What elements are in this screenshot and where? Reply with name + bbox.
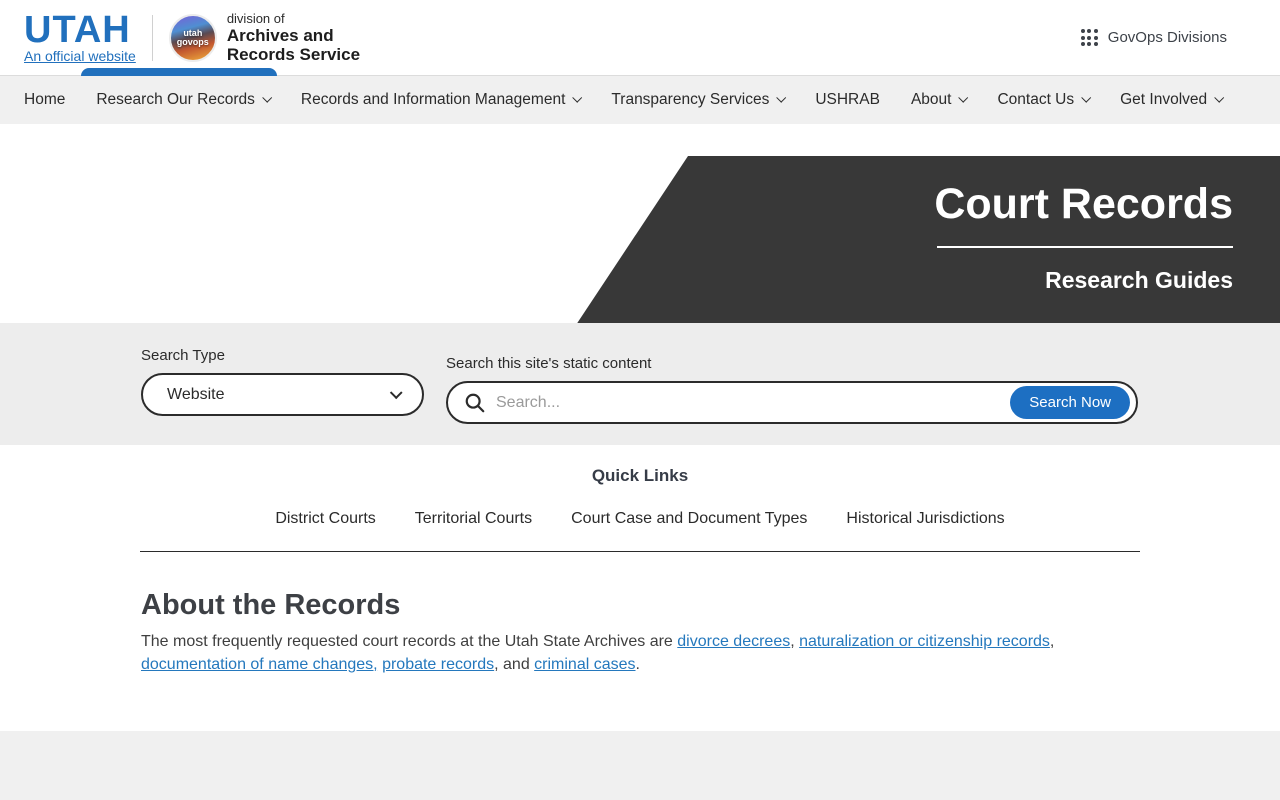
hero-banner: Court Records Research Guides — [0, 156, 1280, 323]
search-type-group: Search Type Website — [141, 347, 424, 416]
paragraph-text: . — [635, 655, 640, 673]
utah-gov-logo[interactable]: UTAH An official website — [24, 11, 136, 64]
site-header: UTAH An official website utah govops div… — [0, 0, 1280, 76]
official-website-link[interactable]: An official website — [24, 48, 136, 64]
nav-label: Get Involved — [1120, 91, 1208, 108]
nav-item-contact-us[interactable]: Contact Us — [997, 91, 1092, 109]
quick-links-heading: Quick Links — [591, 466, 689, 485]
division-prefix: division of — [226, 11, 285, 26]
about-heading: About the Records — [141, 589, 401, 621]
site-search-box: Search Now — [446, 381, 1138, 424]
paragraph-text: , and — [494, 655, 535, 673]
link-criminal-cases[interactable]: criminal cases — [534, 656, 635, 673]
nav-item-research-our-records[interactable]: Research Our Records — [96, 91, 273, 109]
chevron-down-icon — [262, 92, 273, 103]
hero-content: Court Records Research Guides — [934, 156, 1233, 294]
search-band: Search Type Website Search this site's s… — [0, 323, 1280, 445]
govops-divisions-button[interactable]: GovOps Divisions — [1080, 29, 1227, 46]
quick-link-historical-jurisdictions[interactable]: Historical Jurisdictions — [846, 510, 1004, 528]
search-type-label: Search Type — [141, 347, 225, 364]
nav-item-records-information-management[interactable]: Records and Information Management — [300, 91, 583, 109]
paragraph-text: , — [790, 633, 800, 650]
apps-grid-icon — [1080, 29, 1098, 46]
search-type-value: Website — [167, 385, 225, 403]
quick-link-territorial-courts[interactable]: Territorial Courts — [415, 510, 532, 528]
division-title[interactable]: division of Archives and Records Service — [227, 11, 360, 64]
govops-circle-logo-icon: utah govops — [168, 13, 217, 62]
chevron-down-icon — [1081, 92, 1092, 103]
link-documentation-of-name-changes[interactable]: documentation of name changes, — [141, 656, 378, 673]
main-navigation: Home Research Our Records Records and In… — [0, 76, 1280, 124]
quick-links-row: District Courts Territorial Courts Court… — [0, 510, 1280, 528]
about-section: About the Records The most frequently re… — [0, 552, 1054, 676]
page-subtitle: Research Guides — [1045, 267, 1233, 293]
brand-divider — [151, 14, 153, 61]
chevron-down-icon — [1214, 92, 1225, 103]
about-paragraph: The most frequently requested court reco… — [141, 631, 1126, 676]
nav-item-about[interactable]: About — [910, 91, 969, 109]
page-title: Court Records — [934, 180, 1233, 228]
site-search-group: Search this site's static content Search… — [446, 355, 1138, 424]
search-input[interactable] — [486, 393, 1011, 412]
link-probate-records[interactable]: probate records — [382, 656, 494, 673]
active-nav-indicator — [81, 68, 277, 76]
chevron-down-icon — [958, 92, 969, 103]
nav-item-home[interactable]: Home — [24, 91, 65, 109]
nav-label: About — [910, 91, 952, 108]
nav-label: Research Our Records — [96, 91, 255, 108]
nav-item-transparency-services[interactable]: Transparency Services — [611, 91, 787, 109]
division-name-line1: Archives and — [226, 26, 334, 45]
nav-label: Contact Us — [997, 91, 1075, 108]
site-search-label: Search this site's static content — [446, 355, 652, 372]
division-name-line2: Records Service — [226, 45, 361, 64]
chevron-down-icon — [572, 92, 583, 103]
nav-label: USHRAB — [815, 91, 880, 108]
chevron-down-icon — [776, 92, 787, 103]
link-divorce-decrees[interactable]: divorce decrees — [677, 633, 790, 650]
brand-group: UTAH An official website utah govops div… — [24, 11, 360, 65]
nav-item-get-involved[interactable]: Get Involved — [1120, 91, 1225, 109]
quick-links-section: Quick Links District Courts Territorial … — [0, 445, 1280, 552]
utah-wordmark[interactable]: UTAH — [24, 11, 131, 49]
link-naturalization-citizenship-records[interactable]: naturalization or citizenship records — [799, 633, 1050, 650]
search-icon — [465, 393, 485, 412]
nav-item-ushrab[interactable]: USHRAB — [815, 91, 880, 109]
logo-circle-text-2: govops — [176, 36, 209, 47]
chevron-down-icon — [389, 385, 403, 399]
paragraph-text: The most frequently requested court reco… — [141, 633, 678, 650]
quick-link-court-case-document-types[interactable]: Court Case and Document Types — [571, 510, 807, 528]
nav-label: Transparency Services — [611, 91, 770, 108]
govops-divisions-label: GovOps Divisions — [1107, 29, 1227, 46]
footer-band — [0, 731, 1280, 800]
nav-label: Home — [24, 91, 66, 108]
nav-label: Records and Information Management — [300, 91, 566, 108]
search-now-button[interactable]: Search Now — [1010, 386, 1130, 419]
quick-link-district-courts[interactable]: District Courts — [275, 510, 375, 528]
search-type-select[interactable]: Website — [141, 373, 424, 416]
hero-divider — [937, 246, 1233, 248]
paragraph-text: , — [1049, 633, 1055, 650]
